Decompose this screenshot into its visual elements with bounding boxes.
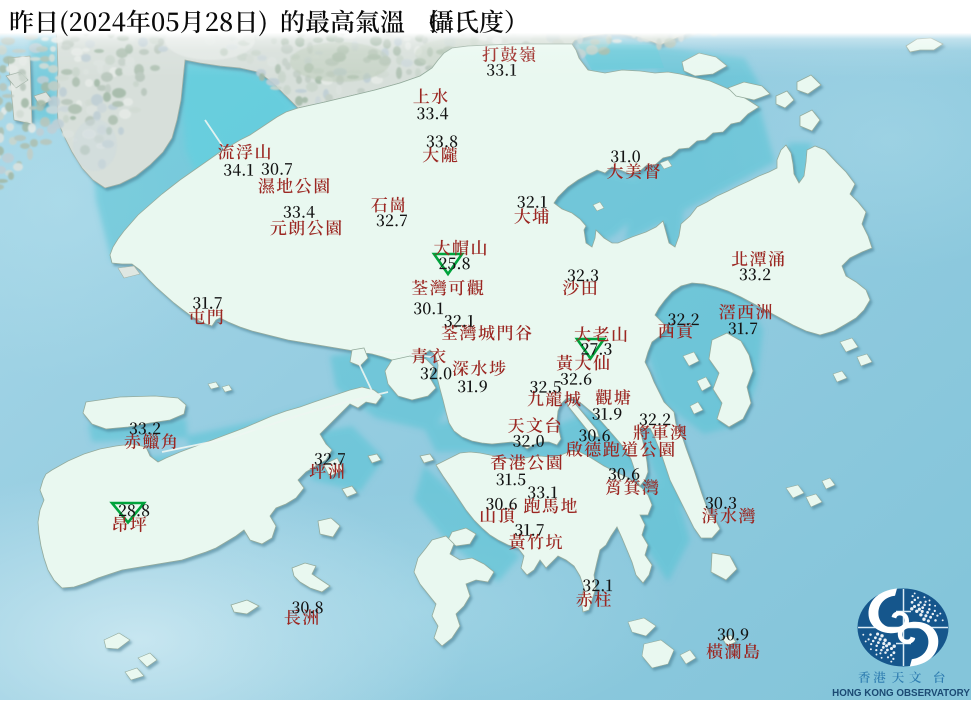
svg-text:HONG KONG OBSERVATORY: HONG KONG OBSERVATORY <box>832 688 970 699</box>
